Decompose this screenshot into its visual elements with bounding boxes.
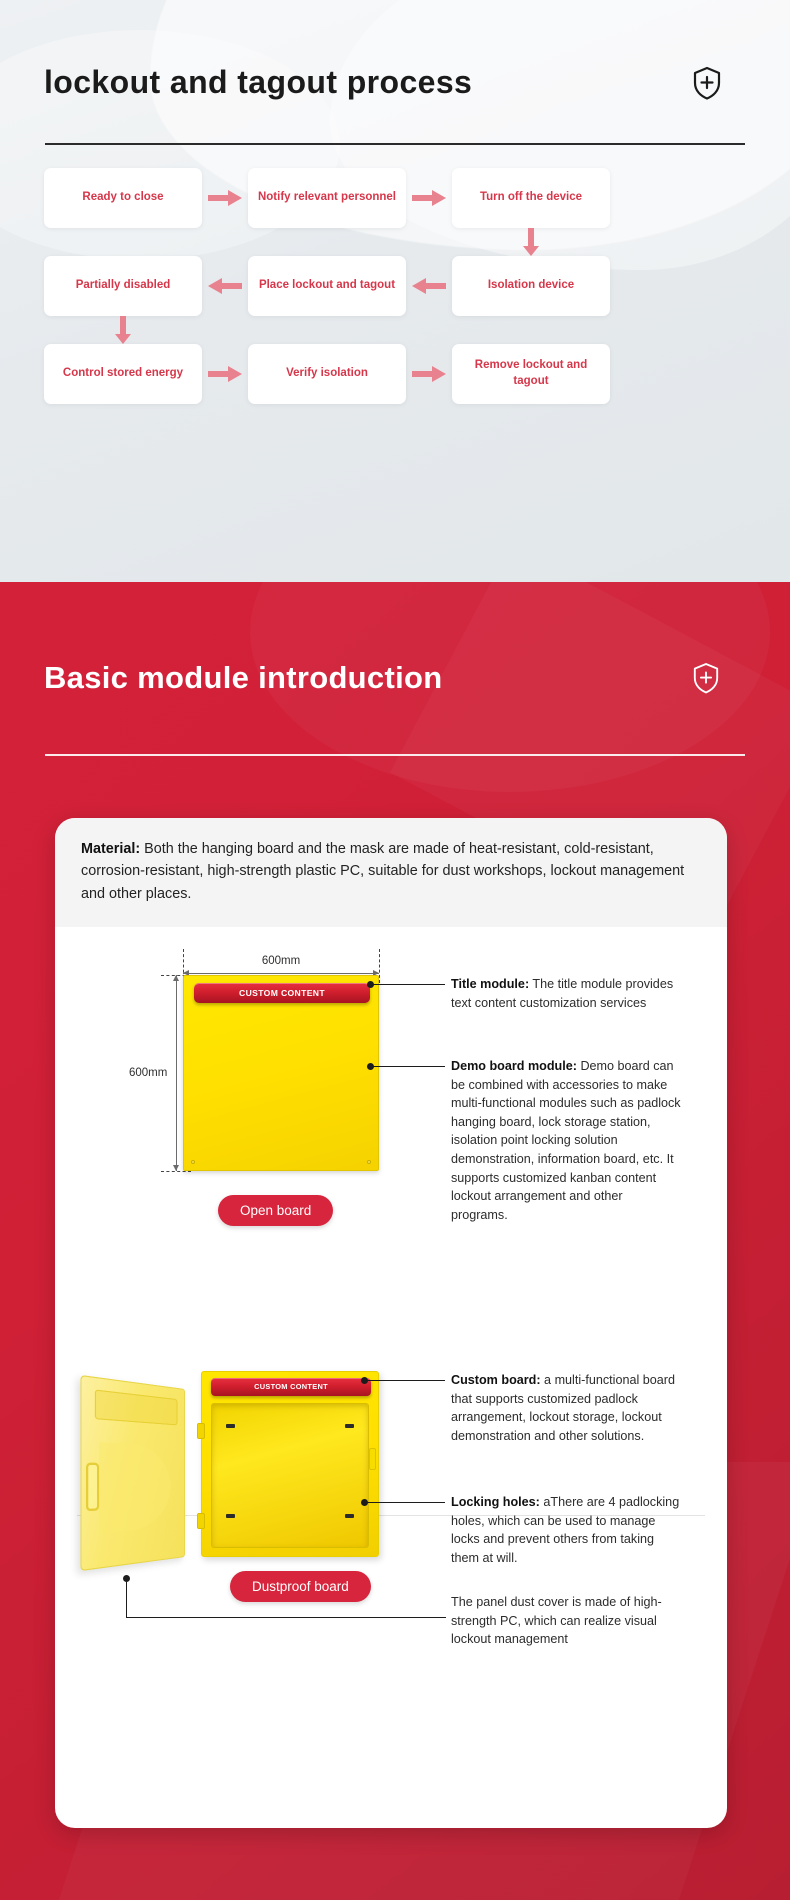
shield-plus-icon <box>692 66 722 100</box>
locking-hole <box>345 1423 354 1428</box>
board-title-bar: CUSTOM CONTENT <box>194 982 370 1003</box>
lockout-process-section: lockout and tagout process Ready to clos… <box>0 0 790 582</box>
annotation-dust-cover: The panel dust cover is made of high-str… <box>451 1593 681 1649</box>
dimension-extension <box>379 948 380 983</box>
dimension-extension <box>161 1170 191 1172</box>
section1-header: lockout and tagout process <box>44 64 744 101</box>
section2-header: Basic module introduction <box>44 660 744 696</box>
flow-step-turn-off-device: Turn off the device <box>452 168 610 228</box>
width-dimension-label: 600mm <box>261 954 301 967</box>
connector-slot <box>452 316 610 344</box>
connector-slot <box>248 228 406 256</box>
callout-leader <box>126 1616 446 1618</box>
case-hinge <box>197 1512 205 1529</box>
material-label: Material: <box>81 841 141 857</box>
page-title: lockout and tagout process <box>44 64 473 100</box>
board-title-bar: CUSTOM CONTENT <box>211 1377 371 1396</box>
header-divider <box>45 143 745 145</box>
connector-slot <box>248 316 406 344</box>
callout-leader <box>373 983 445 985</box>
flow-step-control-stored-energy: Control stored energy <box>44 344 202 404</box>
arrow-left-icon <box>202 278 248 294</box>
board-title-bar-text: CUSTOM CONTENT <box>239 987 325 998</box>
annotation-label: Demo board module: <box>451 1058 577 1073</box>
arrow-right-icon <box>406 190 452 206</box>
flow-row-3: Control stored energy Verify isolation R… <box>44 344 746 404</box>
height-dimension-label: 600mm <box>129 1066 168 1079</box>
annotation-text: The panel dust cover is made of high-str… <box>451 1594 662 1647</box>
flow-step-place-lockout-tagout: Place lockout and tagout <box>248 256 406 316</box>
screw-hole <box>191 1159 195 1164</box>
door-embossed-logo <box>94 1389 178 1426</box>
infographic-page: lockout and tagout process Ready to clos… <box>0 0 790 1900</box>
custom-board-case-graphic: CUSTOM CONTENT <box>201 1370 379 1557</box>
flow-connector-row-1 <box>44 228 746 256</box>
arrow-down-icon <box>44 316 202 344</box>
callout-leader <box>367 1501 445 1503</box>
open-board-diagram: 600mm 600mm CUSTOM CONTENT Title module:… <box>55 927 727 1327</box>
board-title-bar-text: CUSTOM CONTENT <box>254 1382 328 1392</box>
dustproof-board-diagram: CUSTOM CONTENT Custom board: a multi-fun… <box>55 1327 727 1727</box>
material-text: Both the hanging board and the mask are … <box>81 841 685 902</box>
flow-connector-row-2 <box>44 316 746 344</box>
open-board-badge[interactable]: Open board <box>218 1194 334 1226</box>
section2-divider <box>45 754 745 756</box>
flow-step-verify-isolation: Verify isolation <box>248 344 406 404</box>
annotation-label: Title module: <box>451 976 530 991</box>
dust-cover-door-graphic <box>80 1374 185 1572</box>
connector-slot <box>44 228 202 256</box>
flow-step-ready-to-close: Ready to close <box>44 168 202 228</box>
shield-plus-icon <box>692 662 720 694</box>
locking-hole <box>226 1513 235 1518</box>
locking-hole <box>226 1423 235 1428</box>
flow-row-2: Partially disabled Place lockout and tag… <box>44 256 746 316</box>
screw-hole <box>367 1159 371 1164</box>
annotation-text: Demo board can be combined with accessor… <box>451 1058 681 1222</box>
module-content-card: Material: Both the hanging board and the… <box>55 818 727 1828</box>
case-latch <box>369 1447 376 1470</box>
door-contour <box>99 1442 171 1534</box>
door-handle <box>86 1462 100 1512</box>
annotation-locking-holes: Locking holes: aThere are 4 padlocking h… <box>451 1493 681 1568</box>
flow-step-isolation-device: Isolation device <box>452 256 610 316</box>
callout-leader <box>367 1379 445 1381</box>
arrow-down-icon <box>452 228 610 256</box>
locking-hole <box>345 1513 354 1518</box>
flow-step-notify-personnel: Notify relevant personnel <box>248 168 406 228</box>
arrow-right-icon <box>202 190 248 206</box>
process-flowchart: Ready to close Notify relevant personnel… <box>44 168 746 404</box>
diagrams-panel: 600mm 600mm CUSTOM CONTENT Title module:… <box>55 927 727 1727</box>
flow-step-partially-disabled: Partially disabled <box>44 256 202 316</box>
annotation-title-module: Title module: The title module provides … <box>451 975 681 1012</box>
dustproof-board-badge[interactable]: Dustproof board <box>230 1570 371 1602</box>
flow-row-1: Ready to close Notify relevant personnel… <box>44 168 746 228</box>
annotation-label: Locking holes: <box>451 1494 540 1509</box>
section2-title: Basic module introduction <box>44 660 443 695</box>
flow-step-remove-lockout-tagout: Remove lockout and tagout <box>452 344 610 404</box>
annotation-label: Custom board: <box>451 1372 541 1387</box>
annotation-custom-board: Custom board: a multi-functional board t… <box>451 1371 681 1446</box>
annotation-demo-board-module: Demo board module: Demo board can be com… <box>451 1057 681 1225</box>
height-dimension: 600mm <box>129 974 181 1171</box>
arrow-right-icon <box>406 366 452 382</box>
open-board-graphic: CUSTOM CONTENT <box>183 974 379 1171</box>
callout-leader <box>373 1065 445 1067</box>
material-description: Material: Both the hanging board and the… <box>55 818 727 927</box>
callout-leader-vertical <box>126 1577 127 1618</box>
height-dimension-line <box>172 974 181 1171</box>
arrow-left-icon <box>406 278 452 294</box>
arrow-right-icon <box>202 366 248 382</box>
case-hinge <box>197 1422 205 1439</box>
